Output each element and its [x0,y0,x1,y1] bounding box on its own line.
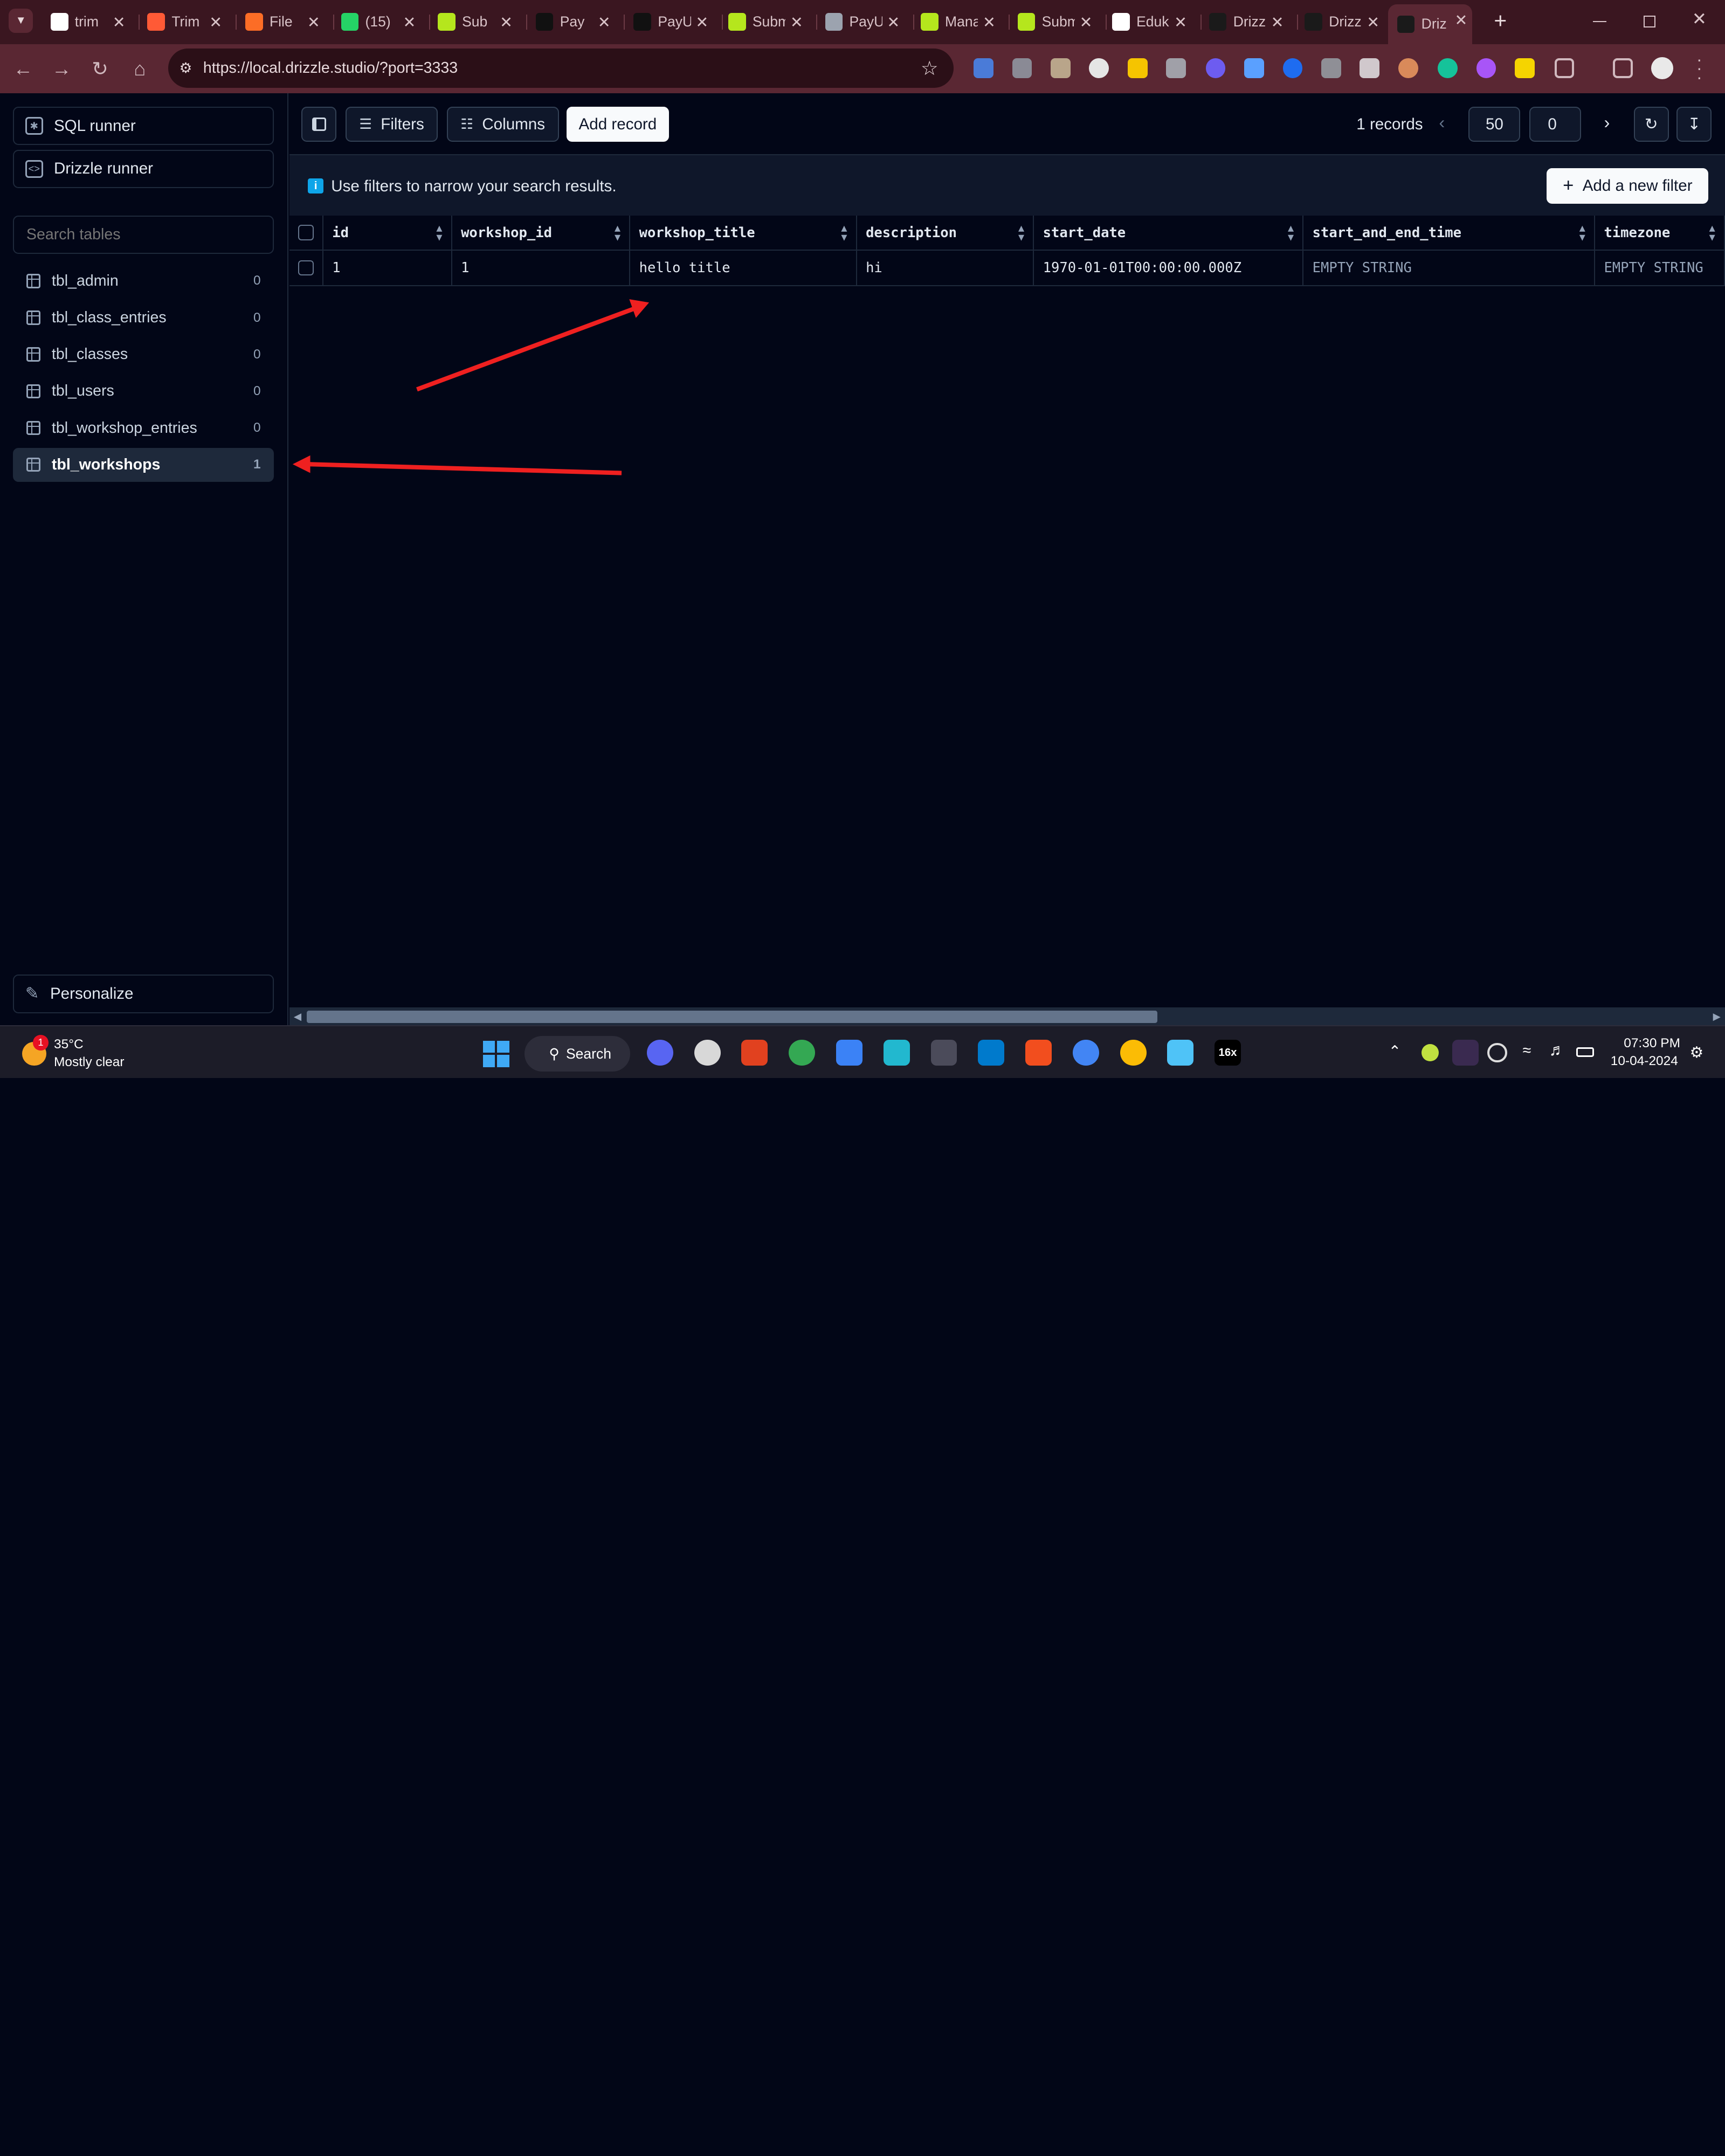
clock-date[interactable]: 10-04-2024 [1611,1054,1678,1069]
search-icon: ⚲ [549,1045,560,1062]
start-windows-icon[interactable] [482,1040,509,1067]
arrowhead-table [292,455,310,473]
pdf-app-icon[interactable] [741,1039,768,1066]
notepad-icon[interactable] [1167,1039,1194,1066]
weather-widget[interactable]: 1 35°C Mostly clear [20,1035,141,1072]
chrome-profile-icon[interactable] [1072,1039,1099,1066]
taskbar: 1 35°C Mostly clear ⚲ Search 16x ⌃ ≈ ♬ 0… [0,1025,1725,1078]
bolt-app-icon[interactable] [883,1039,910,1066]
sync-icon[interactable] [1487,1042,1507,1063]
chatgpt-icon[interactable] [694,1039,721,1066]
arrow-to-tbl-workshops [308,462,622,475]
notifications-icon[interactable]: ⚙ [1690,1043,1704,1062]
clock-time[interactable]: 07:30 PM [1624,1036,1680,1051]
figma-icon[interactable] [1025,1039,1052,1066]
tools-app-icon[interactable] [930,1039,957,1066]
star-app-icon[interactable] [836,1039,862,1066]
vscode-icon[interactable] [978,1039,1005,1066]
weather-badge: 1 [33,1035,49,1051]
wifi-icon[interactable]: ≈ [1522,1042,1531,1060]
taskbar-search[interactable]: ⚲ Search [525,1036,631,1072]
chrome-profile-2-icon[interactable] [1120,1039,1147,1066]
chrome-icon[interactable] [789,1039,816,1066]
app-16x-icon[interactable]: 16x [1215,1039,1241,1066]
annotation-arrows [292,299,650,475]
volume-icon[interactable]: ♬ [1549,1041,1565,1060]
show-hidden-icons[interactable]: ⌃ [1388,1042,1401,1061]
battery-icon[interactable] [1576,1047,1595,1058]
arrow-to-workshop-title [416,306,637,392]
weather-condition: Mostly clear [53,1055,125,1070]
temperature: 35°C [53,1037,84,1052]
search-label: Search [566,1045,612,1062]
tray-app-2-icon[interactable] [1452,1039,1479,1066]
discord-icon[interactable] [646,1039,673,1066]
tray-app-icon[interactable] [1421,1044,1439,1062]
